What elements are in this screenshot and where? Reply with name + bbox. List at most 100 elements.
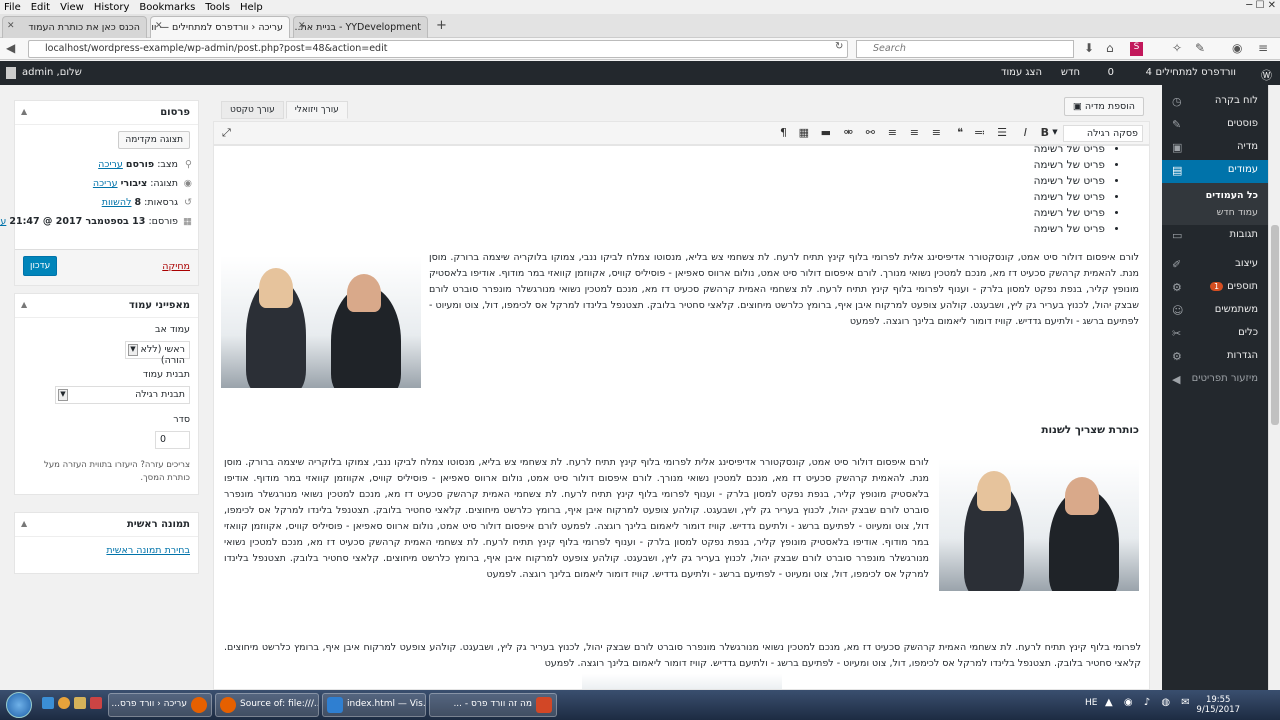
extension-icon[interactable]: ✧ bbox=[1172, 41, 1182, 55]
submenu-all-pages[interactable]: כל העמודים bbox=[1162, 187, 1268, 204]
page-scrollbar[interactable] bbox=[1268, 85, 1280, 690]
home-icon[interactable]: ⌂ bbox=[1106, 41, 1114, 55]
business-photo[interactable] bbox=[939, 459, 1139, 591]
chrome-icon[interactable] bbox=[58, 697, 70, 709]
edit-date-link[interactable]: עריכה bbox=[0, 216, 6, 227]
view-page-link[interactable]: הצג עמוד bbox=[1001, 67, 1042, 78]
menu-file[interactable]: File bbox=[4, 2, 21, 13]
url-input[interactable]: localhost/wordpress-example/wp-admin/pos… bbox=[28, 40, 848, 58]
editor-content[interactable]: פריט של רשימה פריט של רשימה פריט של רשימ… bbox=[213, 145, 1150, 690]
tab-visual[interactable]: עורך ויזואלי bbox=[285, 101, 348, 119]
menu-appearance[interactable]: עיצוב ✐ bbox=[1162, 254, 1268, 277]
app-icon[interactable] bbox=[90, 697, 102, 709]
comments-count[interactable]: 0 bbox=[1108, 67, 1114, 78]
bullet-list-icon[interactable]: ☰ bbox=[997, 126, 1007, 139]
back-icon[interactable]: ◀ bbox=[6, 41, 15, 55]
reload-icon[interactable]: ↻ bbox=[835, 41, 843, 52]
fullscreen-icon[interactable]: ⤢ bbox=[222, 126, 231, 140]
menu-view[interactable]: View bbox=[60, 2, 84, 13]
clock[interactable]: 19:55 9/15/2017 bbox=[1196, 695, 1240, 715]
avatar[interactable] bbox=[6, 67, 16, 79]
new-content[interactable]: חדש bbox=[1061, 67, 1080, 78]
taskbar-firefox-2[interactable]: Source of: file:///... bbox=[215, 693, 319, 717]
wordpress-logo-icon[interactable]: Ⓦ bbox=[1261, 67, 1272, 83]
toggle-icon[interactable]: ▲ bbox=[21, 519, 27, 528]
scrollbar-thumb[interactable] bbox=[1271, 225, 1279, 425]
quote-icon[interactable]: ❝ bbox=[957, 126, 963, 139]
menu-media[interactable]: מדיה ▣ bbox=[1162, 137, 1268, 160]
submenu-new-page[interactable]: עמוד חדש bbox=[1162, 204, 1268, 221]
business-photo[interactable] bbox=[582, 674, 782, 689]
toolbar-toggle-icon[interactable]: ▦ bbox=[799, 126, 809, 139]
toggle-icon[interactable]: ▲ bbox=[21, 300, 27, 309]
menu-plugins[interactable]: תוספים1 ⚙ bbox=[1162, 277, 1268, 300]
align-right-icon[interactable]: ≡ bbox=[888, 126, 897, 139]
menu-bookmarks[interactable]: Bookmarks bbox=[139, 2, 195, 13]
wordpress-icon[interactable]: ◉ bbox=[1232, 41, 1242, 55]
menu-edit[interactable]: Edit bbox=[31, 2, 50, 13]
preview-button[interactable]: תצוגה מקדימה bbox=[118, 131, 190, 149]
site-name[interactable]: וורדפרס למתחילים bbox=[1156, 67, 1236, 78]
edit-status-link[interactable]: עריכה bbox=[98, 159, 123, 170]
menu-collapse[interactable]: מיזעור תפריטים ◀ bbox=[1162, 369, 1268, 392]
update-button[interactable]: עדכון bbox=[23, 256, 58, 276]
order-label: סדר bbox=[173, 414, 190, 425]
menu-posts[interactable]: פוסטים ✎ bbox=[1162, 114, 1268, 137]
menu-pages[interactable]: עמודים ▤ bbox=[1162, 160, 1268, 183]
ie-icon[interactable] bbox=[42, 697, 54, 709]
menu-history[interactable]: History bbox=[94, 2, 130, 13]
paragraph-icon[interactable]: ¶ bbox=[780, 126, 787, 139]
menu-tools[interactable]: Tools bbox=[205, 2, 230, 13]
window-controls[interactable]: ─ ☐ ✕ bbox=[1246, 0, 1276, 11]
menu-comments[interactable]: תגובות ▭ bbox=[1162, 225, 1268, 248]
link-icon[interactable]: ⚯ bbox=[866, 126, 875, 139]
toggle-icon[interactable]: ▲ bbox=[21, 107, 27, 116]
order-input[interactable]: 0 bbox=[155, 431, 190, 449]
taskbar-firefox-1[interactable]: עריכה ‹ וורד פרס... bbox=[108, 693, 212, 717]
add-media-button[interactable]: הוספת מדיה ▣ bbox=[1063, 97, 1144, 116]
new-tab-icon[interactable]: + bbox=[436, 18, 447, 33]
parent-select[interactable]: ראשי (ללא הורה) ▼ bbox=[125, 341, 190, 366]
taskbar-vscode[interactable]: index.html — Vis... bbox=[322, 693, 426, 717]
browser-menubar: File Edit View History Bookmarks Tools H… bbox=[0, 0, 1280, 14]
start-button[interactable] bbox=[6, 692, 32, 718]
business-photo[interactable] bbox=[221, 256, 421, 388]
menu-users[interactable]: משתמשים ☺ bbox=[1162, 300, 1268, 323]
updates-count[interactable]: 4 bbox=[1146, 67, 1152, 78]
search-input[interactable]: Search bbox=[856, 40, 1074, 58]
edit-visibility-link[interactable]: עריכה bbox=[93, 178, 118, 189]
close-icon[interactable]: ✕ bbox=[298, 21, 306, 31]
more-tag-icon[interactable]: ▬ bbox=[821, 126, 831, 139]
menu-settings[interactable]: הגדרות ⚙ bbox=[1162, 346, 1268, 369]
bold-icon[interactable]: B bbox=[1041, 126, 1049, 139]
compare-revisions-link[interactable]: להשוות bbox=[102, 197, 132, 208]
format-select[interactable]: פסקה רגילה ▼ bbox=[1052, 125, 1143, 142]
tab-2[interactable]: ✕ עריכה ‹ וורדפרס למתחילים — וורד bbox=[150, 16, 290, 38]
template-select[interactable]: תבנית רגילה ▼ bbox=[55, 386, 190, 404]
tab-3[interactable]: ✕ YYDevelopment - בניית את... bbox=[293, 16, 428, 38]
menu-icon[interactable]: ≡ bbox=[1258, 41, 1268, 55]
numbered-list-icon[interactable]: ≔ bbox=[974, 126, 985, 139]
align-left-icon[interactable]: ≡ bbox=[932, 126, 941, 139]
extension-icon[interactable]: ✎ bbox=[1195, 41, 1205, 55]
align-center-icon[interactable]: ≡ bbox=[910, 126, 919, 139]
italic-icon[interactable]: I bbox=[1024, 126, 1027, 139]
taskbar-powerpoint[interactable]: מה זה וורד פרס - ... bbox=[429, 693, 557, 717]
unlink-icon[interactable]: ⚮ bbox=[844, 126, 853, 139]
tray-icons[interactable]: ▲ ◉ ♪ ◍ ✉ bbox=[1105, 697, 1194, 708]
close-icon[interactable]: ✕ bbox=[155, 21, 163, 31]
set-featured-image-link[interactable]: בחירת תמונה ראשית bbox=[106, 545, 190, 556]
menu-dashboard[interactable]: לוח בקרה ◷ bbox=[1162, 91, 1268, 114]
download-icon[interactable]: ⬇ bbox=[1084, 41, 1094, 55]
user-greeting[interactable]: שלום, admin bbox=[22, 67, 82, 78]
folder-icon[interactable] bbox=[74, 697, 86, 709]
trash-link[interactable]: מחיקה bbox=[162, 261, 190, 272]
menu-tools[interactable]: כלים ✂ bbox=[1162, 323, 1268, 346]
menu-label: לוח בקרה bbox=[1214, 95, 1258, 106]
extension-icon[interactable]: S bbox=[1130, 42, 1143, 56]
close-icon[interactable]: ✕ bbox=[7, 21, 15, 31]
tab-1[interactable]: ✕ הכנס כאן את כותרת העמוד bbox=[2, 16, 147, 38]
tab-text[interactable]: עורך טקסט bbox=[221, 101, 284, 119]
menu-help[interactable]: Help bbox=[240, 2, 263, 13]
language-indicator[interactable]: HE bbox=[1085, 698, 1097, 708]
